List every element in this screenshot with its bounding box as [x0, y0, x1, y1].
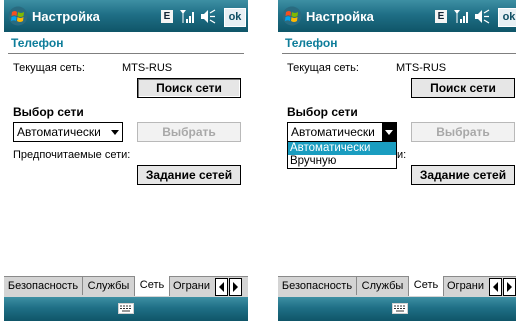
set-networks-button[interactable]: Задание сетей — [137, 165, 241, 185]
tab-restrictions[interactable]: Ограни — [170, 277, 217, 295]
set-networks-button[interactable]: Задание сетей — [411, 165, 515, 185]
title-bar: Настройка E ok — [278, 0, 516, 32]
preferred-networks-label-partial: и: — [397, 149, 407, 161]
windows-start-icon[interactable] — [8, 6, 28, 26]
tab-security[interactable]: Безопасность — [278, 277, 357, 295]
title-bar: Настройка E ok — [4, 0, 248, 32]
preferred-networks-label: Предпочитаемые сети: — [13, 149, 131, 161]
select-network-button[interactable]: Выбрать — [137, 122, 241, 142]
page-title: Телефон — [285, 36, 338, 50]
tab-services[interactable]: Службы — [357, 277, 409, 295]
tab-restrictions[interactable]: Ограни — [444, 277, 491, 295]
signal-strength-icon[interactable] — [453, 8, 469, 24]
network-mode-value: Автоматически — [291, 125, 375, 139]
network-selection-label: Выбор сети — [287, 105, 358, 119]
current-network-value: MTS-RUS — [396, 62, 447, 74]
chevron-down-icon — [111, 130, 119, 135]
keyboard-icon[interactable] — [392, 303, 408, 314]
current-network-label: Текущая сеть: — [13, 62, 85, 74]
title-divider — [282, 53, 516, 54]
tab-security[interactable]: Безопасность — [4, 277, 83, 295]
tab-network[interactable]: Сеть — [134, 276, 170, 296]
volume-speaker-icon[interactable] — [474, 9, 490, 24]
page-title: Телефон — [11, 36, 64, 50]
network-mode-select[interactable]: Автоматически — [287, 122, 397, 142]
app-title: Настройка — [306, 9, 374, 24]
edge-e-icon: E — [161, 10, 173, 23]
title-divider — [8, 53, 244, 54]
dropdown-option-manual[interactable]: Вручную — [288, 155, 396, 168]
ok-button[interactable]: ok — [498, 8, 516, 27]
network-selection-label: Выбор сети — [13, 105, 84, 119]
app-title: Настройка — [32, 9, 100, 24]
phone-settings-screen-right: Настройка E ok Телефон Текущая сеть: MTS… — [278, 0, 516, 321]
soft-key-bar — [4, 297, 248, 321]
tab-network[interactable]: Сеть — [408, 276, 444, 296]
tab-services[interactable]: Службы — [83, 277, 135, 295]
ok-button[interactable]: ok — [224, 8, 246, 27]
keyboard-icon[interactable] — [118, 303, 134, 314]
tab-scroll-right-icon[interactable] — [229, 278, 242, 296]
search-network-button[interactable]: Поиск сети — [137, 78, 241, 98]
network-mode-dropdown-list: Автоматически Вручную — [287, 141, 397, 169]
phone-settings-screen-left: Настройка E ok Телефон Текущая сеть: MTS… — [4, 0, 248, 321]
tab-scroll-left-icon[interactable] — [215, 278, 228, 296]
current-network-label: Текущая сеть: — [287, 62, 359, 74]
tab-scroll-right-icon[interactable] — [503, 278, 516, 296]
edge-e-icon: E — [435, 10, 447, 23]
signal-strength-icon[interactable] — [179, 8, 195, 24]
current-network-value: MTS-RUS — [122, 62, 173, 74]
volume-speaker-icon[interactable] — [200, 9, 216, 24]
chevron-down-icon — [382, 123, 396, 141]
search-network-button[interactable]: Поиск сети — [411, 78, 515, 98]
tab-strip: Безопасность Службы Сеть Ограни — [278, 276, 516, 297]
network-mode-value: Автоматически — [17, 125, 101, 139]
tab-scroll-left-icon[interactable] — [489, 278, 502, 296]
network-mode-select[interactable]: Автоматически — [13, 122, 123, 142]
windows-start-icon[interactable] — [282, 6, 302, 26]
select-network-button[interactable]: Выбрать — [411, 122, 515, 142]
tab-strip: Безопасность Службы Сеть Ограни — [4, 276, 248, 297]
dropdown-option-automatic[interactable]: Автоматически — [288, 142, 396, 155]
soft-key-bar — [278, 297, 516, 321]
